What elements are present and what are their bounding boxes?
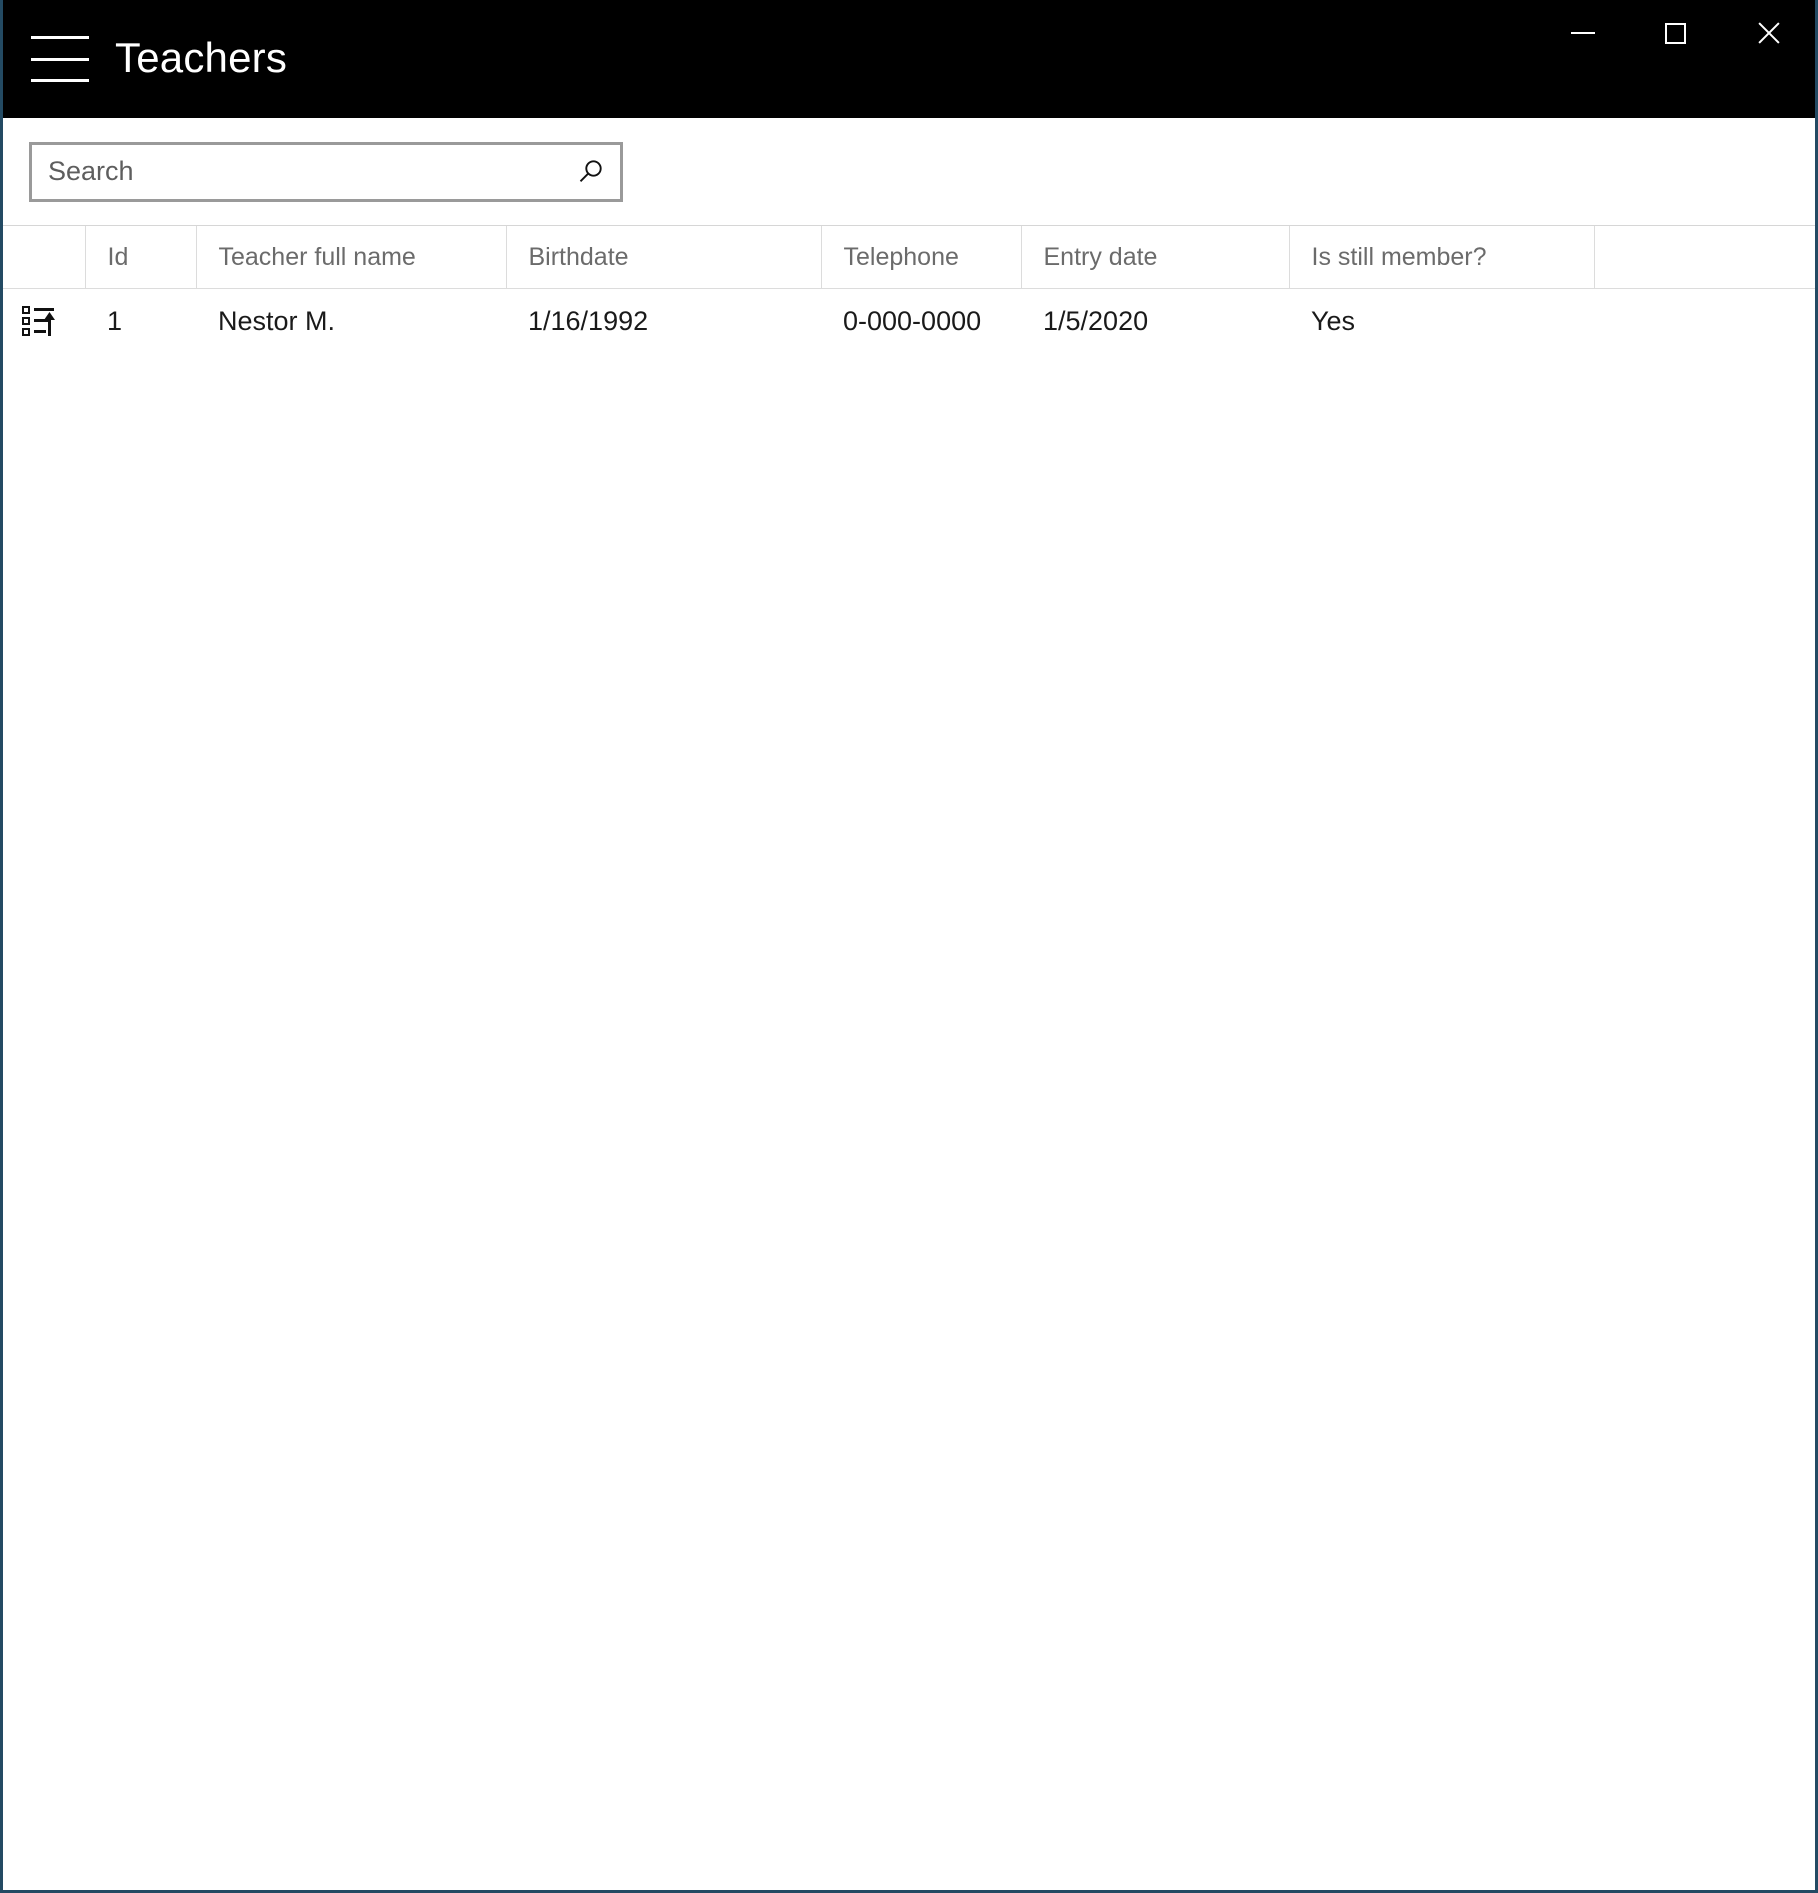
page-title: Teachers bbox=[115, 34, 288, 81]
hamburger-menu-icon[interactable] bbox=[31, 36, 89, 82]
column-header-id[interactable]: Id bbox=[85, 226, 197, 289]
table-row[interactable]: 1 Nestor M. 1/16/1992 0-000-0000 1/5/202… bbox=[3, 289, 1815, 354]
cell-id: 1 bbox=[107, 305, 123, 336]
hamburger-line bbox=[31, 36, 89, 39]
search-box[interactable] bbox=[29, 141, 623, 202]
minimize-button[interactable] bbox=[1536, 0, 1629, 66]
app-window: Teachers Search Id Teacher full name Bir… bbox=[0, 0, 1818, 1893]
search-bar-area bbox=[3, 118, 1815, 226]
minimize-icon bbox=[1570, 32, 1595, 34]
table-body: 1 Nestor M. 1/16/1992 0-000-0000 1/5/202… bbox=[3, 289, 1815, 354]
maximize-icon bbox=[1665, 22, 1686, 44]
table-header-row: Id Teacher full name Birthdate Telephone… bbox=[3, 226, 1815, 289]
list-sort-ascending-icon bbox=[22, 306, 55, 336]
close-button[interactable] bbox=[1722, 0, 1815, 66]
cell-is-still-member: Yes bbox=[1311, 305, 1356, 336]
column-header-birthdate[interactable]: Birthdate bbox=[506, 226, 822, 289]
cell-name: Nestor M. bbox=[218, 305, 336, 336]
cell-telephone: 0-000-0000 bbox=[843, 305, 982, 336]
teachers-table-container: Id Teacher full name Birthdate Telephone… bbox=[3, 226, 1815, 1890]
row-handle-cell[interactable] bbox=[3, 289, 85, 354]
cell-entry-date: 1/5/2020 bbox=[1043, 305, 1149, 336]
teachers-table: Id Teacher full name Birthdate Telephone… bbox=[3, 226, 1815, 353]
search-icon bbox=[579, 159, 602, 182]
table-header: Id Teacher full name Birthdate Telephone… bbox=[3, 226, 1815, 289]
title-bar: Teachers bbox=[3, 0, 1815, 118]
hamburger-line bbox=[31, 57, 89, 61]
cell-spacer bbox=[1594, 289, 1815, 354]
column-header-name[interactable]: Teacher full name bbox=[196, 226, 507, 289]
column-header-entry-date[interactable]: Entry date bbox=[1021, 226, 1290, 289]
window-controls bbox=[1536, 0, 1815, 66]
search-button[interactable] bbox=[568, 150, 612, 194]
column-header-is-still-member[interactable]: Is still member? bbox=[1289, 226, 1595, 289]
maximize-button[interactable] bbox=[1629, 0, 1722, 66]
cell-birthdate: 1/16/1992 bbox=[528, 305, 649, 336]
search-input[interactable] bbox=[32, 144, 620, 199]
hamburger-line bbox=[31, 79, 89, 82]
column-header-handle[interactable] bbox=[3, 226, 86, 289]
close-icon bbox=[1756, 20, 1782, 46]
column-header-telephone[interactable]: Telephone bbox=[821, 226, 1022, 289]
column-header-spacer bbox=[1594, 226, 1815, 289]
